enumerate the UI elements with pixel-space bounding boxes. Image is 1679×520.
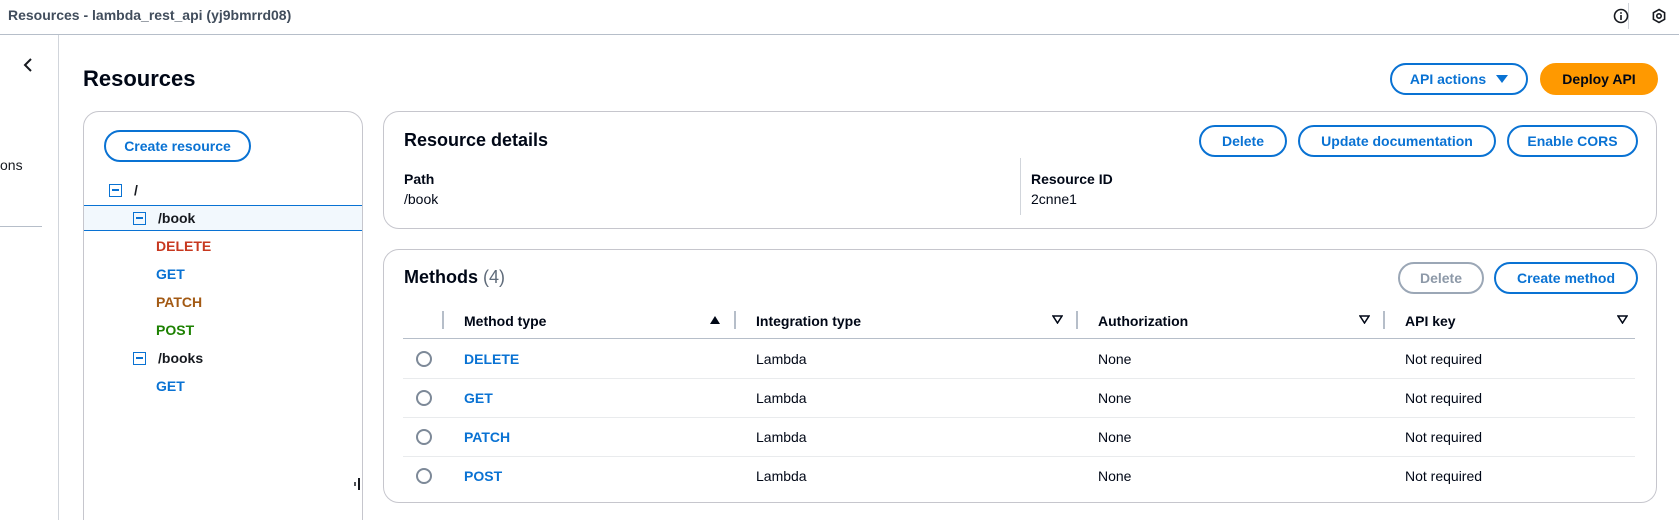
sort-icon[interactable] [1052, 315, 1063, 324]
tree-item-root[interactable]: / [84, 177, 362, 203]
row-divider [403, 456, 1635, 457]
tree-method-label: GET [156, 378, 185, 394]
tree-method-patch[interactable]: PATCH [84, 289, 362, 315]
side-navigation: ons [0, 35, 59, 520]
window-title: Resources - lambda_rest_api (yj9bmrrd08) [8, 7, 292, 23]
column-header-api-key[interactable]: API key [1405, 311, 1456, 331]
sort-icon[interactable] [1617, 315, 1628, 324]
column-divider [1076, 311, 1078, 329]
authorization-cell: None [1098, 429, 1132, 445]
resize-handle-icon[interactable] [353, 477, 361, 491]
delete-label: Delete [1221, 133, 1265, 149]
sort-icon[interactable] [1359, 315, 1370, 324]
update-documentation-button[interactable]: Update documentation [1298, 125, 1496, 157]
create-resource-label: Create resource [124, 138, 231, 154]
tree-method-delete[interactable]: DELETE [84, 233, 362, 259]
api-key-cell: Not required [1405, 468, 1483, 484]
row-select-radio[interactable] [416, 429, 432, 445]
methods-count: (4) [483, 267, 506, 287]
column-divider [1020, 158, 1021, 215]
integration-cell: Lambda [756, 390, 807, 406]
nav-partial-text: ons [0, 157, 23, 173]
collapse-icon[interactable] [109, 183, 122, 197]
row-divider [403, 378, 1635, 379]
settings-icon[interactable] [1649, 5, 1669, 27]
column-header-authorization[interactable]: Authorization [1098, 311, 1188, 331]
tree-method-label: GET [156, 266, 185, 282]
row-divider [403, 417, 1635, 418]
resource-details-card: Resource details Delete Update documenta… [383, 111, 1657, 229]
tree-item-label: /books [158, 350, 204, 366]
api-key-cell: Not required [1405, 390, 1483, 406]
methods-card: Methods (4) Delete Create method [383, 249, 1657, 503]
integration-cell: Lambda [756, 429, 807, 445]
tree-method-get[interactable]: GET [84, 261, 362, 287]
resource-id-label: Resource ID [1031, 171, 1113, 187]
methods-title: Methods (4) [404, 267, 505, 288]
resource-details-title: Resource details [404, 130, 549, 150]
column-divider [1383, 311, 1385, 329]
tree-item-label: / [134, 182, 138, 198]
resource-tree-panel: Create resource / /book DELETE GET PATCH… [83, 111, 363, 520]
column-header-method-type[interactable]: Method type [464, 311, 546, 331]
tree-method-label: DELETE [156, 238, 212, 254]
update-documentation-label: Update documentation [1321, 133, 1473, 149]
table-header-border [403, 338, 1635, 339]
collapse-nav-icon[interactable] [18, 55, 38, 75]
integration-cell: Lambda [756, 351, 807, 367]
info-icon[interactable] [1611, 5, 1631, 27]
authorization-cell: None [1098, 468, 1132, 484]
path-label: Path [404, 171, 435, 187]
tree-method-post[interactable]: POST [84, 317, 362, 343]
create-resource-button[interactable]: Create resource [104, 130, 251, 162]
tree-item-label: /book [158, 210, 196, 226]
delete-label: Delete [1419, 270, 1463, 286]
methods-title-text: Methods [404, 267, 478, 287]
authorization-cell: None [1098, 351, 1132, 367]
tree-method-label: POST [156, 322, 195, 338]
integration-cell: Lambda [756, 468, 807, 484]
path-value: /book [404, 191, 439, 207]
create-method-button[interactable]: Create method [1494, 262, 1638, 294]
sort-ascending-icon[interactable] [710, 316, 720, 324]
api-key-cell: Not required [1405, 429, 1483, 445]
caret-down-icon [1496, 75, 1509, 83]
top-bar: Resources - lambda_rest_api (yj9bmrrd08) [0, 0, 1679, 35]
tree-method-get[interactable]: GET [84, 373, 362, 399]
api-actions-button[interactable]: API actions [1390, 63, 1528, 95]
row-select-radio[interactable] [416, 351, 432, 367]
collapse-icon[interactable] [133, 351, 146, 365]
tree-item-books[interactable]: /books [84, 345, 362, 371]
api-actions-label: API actions [1409, 71, 1487, 87]
column-divider [734, 311, 736, 329]
row-select-radio[interactable] [416, 390, 432, 406]
enable-cors-label: Enable CORS [1527, 133, 1618, 149]
delete-method-button[interactable]: Delete [1398, 262, 1484, 294]
nav-divider [0, 226, 42, 227]
method-link[interactable]: GET [464, 390, 493, 406]
deploy-api-button[interactable]: Deploy API [1540, 63, 1658, 95]
row-select-radio[interactable] [416, 468, 432, 484]
deploy-api-label: Deploy API [1562, 71, 1636, 87]
resource-id-value: 2cnne1 [1031, 191, 1077, 207]
api-key-cell: Not required [1405, 351, 1483, 367]
column-divider [442, 311, 444, 329]
authorization-cell: None [1098, 390, 1132, 406]
page-title: Resources [83, 66, 196, 91]
tree-method-label: PATCH [156, 294, 203, 310]
enable-cors-button[interactable]: Enable CORS [1507, 125, 1638, 157]
method-link[interactable]: DELETE [464, 351, 519, 367]
create-method-label: Create method [1516, 270, 1616, 286]
collapse-icon[interactable] [133, 211, 146, 225]
method-link[interactable]: POST [464, 468, 502, 484]
column-header-integration-type[interactable]: Integration type [756, 311, 861, 331]
tree-item-book[interactable]: /book [84, 205, 362, 231]
delete-resource-button[interactable]: Delete [1199, 125, 1287, 157]
method-link[interactable]: PATCH [464, 429, 510, 445]
